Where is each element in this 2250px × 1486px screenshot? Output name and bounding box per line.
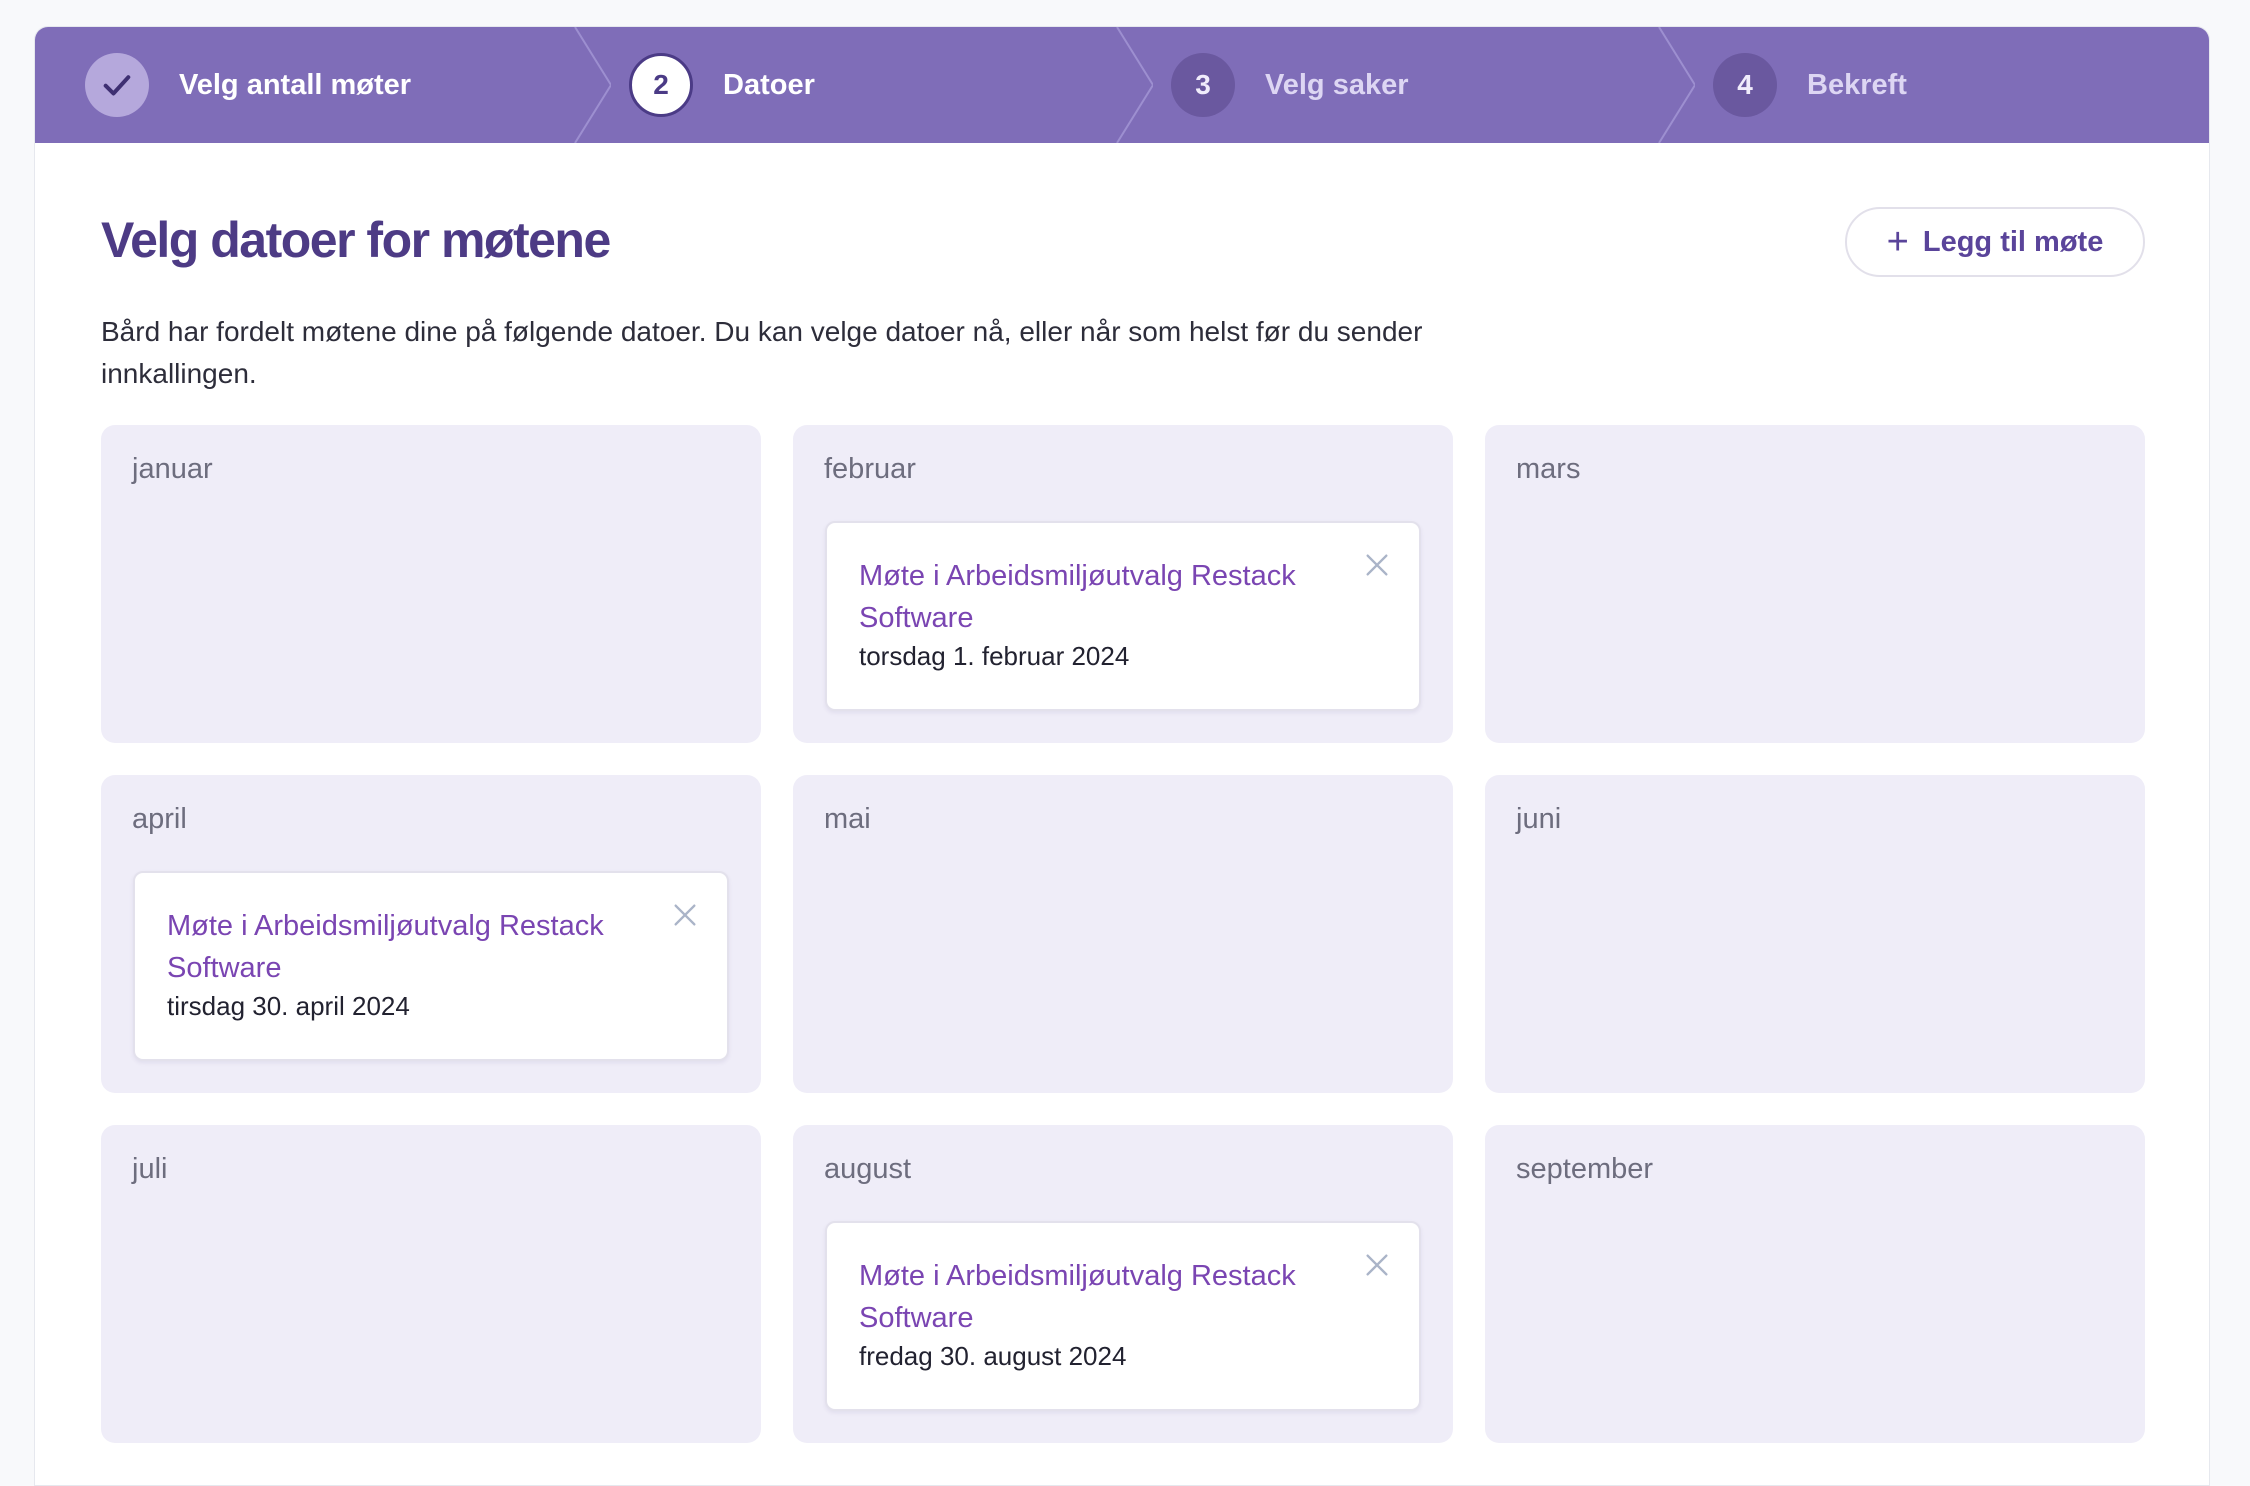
step-4-circle: 4 — [1713, 53, 1777, 117]
month-mai[interactable]: mai — [793, 775, 1453, 1093]
month-august[interactable]: august Møte i Arbeidsmiljøutvalg Restack… — [793, 1125, 1453, 1443]
month-name: juni — [1516, 803, 1562, 835]
month-juni[interactable]: juni — [1485, 775, 2145, 1093]
meeting-date: torsdag 1. februar 2024 — [859, 641, 1130, 671]
close-icon[interactable] — [1361, 549, 1393, 581]
month-name: august — [824, 1153, 912, 1185]
month-mars[interactable]: mars — [1485, 425, 2145, 743]
meeting-card[interactable]: Møte i Arbeidsmiljøutvalg Restack Softwa… — [825, 521, 1421, 711]
meeting-title-link[interactable]: Møte i Arbeidsmiljøutvalg Restack Softwa… — [167, 905, 647, 989]
step-velg-antall-moter[interactable]: Velg antall møter — [85, 27, 411, 143]
step-divider — [574, 27, 611, 143]
month-name: mai — [824, 803, 871, 835]
month-april[interactable]: april Møte i Arbeidsmiljøutvalg Restack … — [101, 775, 761, 1093]
step-1-circle — [85, 53, 149, 117]
close-icon[interactable] — [669, 899, 701, 931]
step-bekreft[interactable]: 4 Bekreft — [1713, 27, 1907, 143]
month-februar[interactable]: februar Møte i Arbeidsmiljøutvalg Restac… — [793, 425, 1453, 743]
wizard-panel: Velg antall møter 2 Datoer 3 Velg saker … — [34, 26, 2210, 1486]
meeting-title-link[interactable]: Møte i Arbeidsmiljøutvalg Restack Softwa… — [859, 555, 1339, 639]
stepper: Velg antall møter 2 Datoer 3 Velg saker … — [35, 27, 2209, 143]
step-divider — [1658, 27, 1695, 143]
month-name: september — [1516, 1153, 1654, 1185]
check-icon — [103, 75, 131, 96]
month-name: mars — [1516, 453, 1581, 485]
add-meeting-button[interactable]: + Legg til møte — [1845, 207, 2145, 277]
meeting-date: tirsdag 30. april 2024 — [167, 991, 410, 1021]
meeting-card[interactable]: Møte i Arbeidsmiljøutvalg Restack Softwa… — [825, 1221, 1421, 1411]
month-name: januar — [132, 453, 213, 485]
step-3-circle: 3 — [1171, 53, 1235, 117]
step-velg-saker[interactable]: 3 Velg saker — [1171, 27, 1409, 143]
month-januar[interactable]: januar — [101, 425, 761, 743]
step-2-label: Datoer — [723, 68, 815, 101]
step-1-label: Velg antall møter — [179, 68, 412, 101]
plus-icon: + — [1886, 221, 1909, 263]
step-4-label: Bekreft — [1807, 68, 1907, 101]
month-juli[interactable]: juli — [101, 1125, 761, 1443]
meeting-title-link[interactable]: Møte i Arbeidsmiljøutvalg Restack Softwa… — [859, 1255, 1339, 1339]
page-title: Velg datoer for møtene — [101, 212, 611, 268]
add-meeting-label: Legg til møte — [1922, 225, 2104, 258]
month-name: april — [132, 803, 187, 835]
month-grid: januar februar Møte i Arbeidsmiljøutvalg… — [101, 425, 2145, 1443]
step-2-circle: 2 — [629, 53, 693, 117]
step-3-label: Velg saker — [1265, 68, 1409, 101]
month-name: februar — [824, 453, 916, 485]
step-divider — [1116, 27, 1153, 143]
meeting-date: fredag 30. august 2024 — [859, 1341, 1127, 1371]
step-datoer[interactable]: 2 Datoer — [629, 27, 815, 143]
close-icon[interactable] — [1361, 1249, 1393, 1281]
month-name: juli — [132, 1153, 168, 1185]
meeting-card[interactable]: Møte i Arbeidsmiljøutvalg Restack Softwa… — [133, 871, 729, 1061]
description: Bård har fordelt møtene dine på følgende… — [101, 316, 1423, 389]
month-september[interactable]: september — [1485, 1125, 2145, 1443]
